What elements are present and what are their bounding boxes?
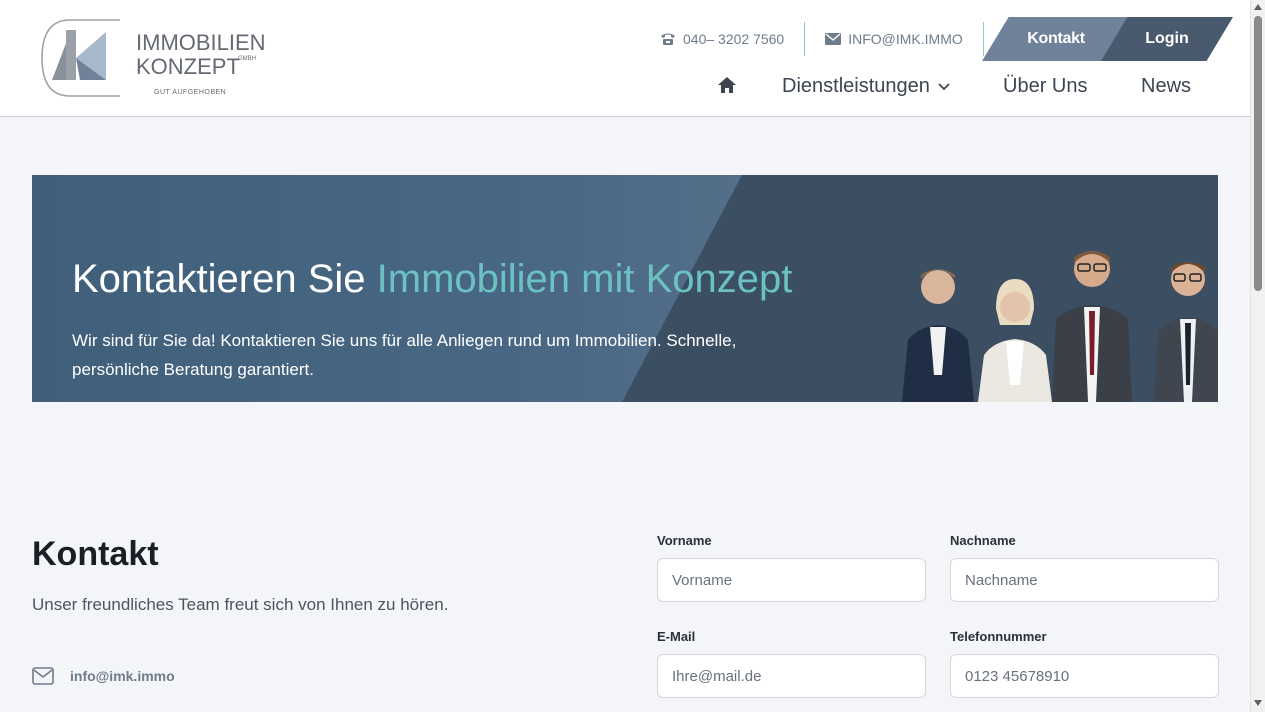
page-scrollbar[interactable] — [1250, 0, 1265, 712]
nav-item-news[interactable]: News — [1141, 75, 1191, 98]
logo-line-2: KONZEPT — [136, 54, 240, 79]
logo-mark-icon — [41, 19, 120, 97]
nav-item-ueber-uns[interactable]: Über Uns — [1003, 75, 1087, 98]
email-label: E-Mail — [657, 629, 696, 644]
hero-title: Kontaktieren Sie Immobilien mit Konzept — [72, 257, 792, 302]
nachname-label: Nachname — [950, 533, 1016, 548]
nav-item-label: Dienstleistungen — [782, 75, 930, 97]
contact-heading: Kontakt — [32, 535, 159, 573]
nav-item-label: Über Uns — [1003, 75, 1088, 97]
phone-label: Telefonnummer — [950, 629, 1047, 644]
envelope-icon — [825, 33, 842, 45]
vorname-input[interactable] — [657, 558, 926, 602]
logo-gmbh: GMBH — [238, 56, 256, 62]
hero-title-accent: Immobilien mit Konzept — [376, 257, 793, 301]
nav-item-label: News — [1141, 75, 1192, 97]
logo-line-1: IMMOBILIEN — [136, 30, 266, 55]
hero-banner: Kontaktieren Sie Immobilien mit Konzept … — [32, 175, 1218, 402]
nav-item-dienstleistungen[interactable]: Dienstleistungen — [782, 75, 950, 98]
company-logo[interactable]: IMMOBILIEN KONZEPT GMBH GUT AUFGEHOBEN — [40, 18, 270, 100]
hero-description: Wir sind für Sie da! Kontaktieren Sie un… — [72, 331, 737, 379]
email-input[interactable] — [657, 654, 926, 698]
email-link[interactable]: INFO@IMK.IMMO — [805, 22, 983, 56]
scroll-thumb[interactable] — [1254, 16, 1262, 291]
contact-email-link[interactable]: info@imk.immo — [32, 667, 175, 685]
envelope-icon — [32, 667, 54, 685]
phone-number: 040– 3202 7560 — [683, 31, 785, 47]
contact-email: info@imk.immo — [70, 668, 175, 684]
team-photo — [902, 251, 1218, 402]
top-divider — [982, 22, 984, 56]
scroll-down-icon[interactable] — [1254, 700, 1262, 706]
phone-input[interactable] — [950, 654, 1219, 698]
logo-tagline: GUT AUFGEHOBEN — [154, 89, 227, 96]
scroll-up-icon[interactable] — [1254, 4, 1262, 10]
chevron-down-icon — [938, 82, 950, 90]
contact-subtitle: Unser freundliches Team freut sich von I… — [32, 595, 449, 614]
home-icon[interactable] — [716, 74, 738, 96]
phone-link[interactable]: 040– 3202 7560 — [640, 22, 804, 56]
top-contact-bar: 040– 3202 7560 INFO@IMK.IMMO — [640, 22, 984, 56]
nachname-input[interactable] — [950, 558, 1219, 602]
site-header: IMMOBILIEN KONZEPT GMBH GUT AUFGEHOBEN 0… — [0, 0, 1250, 117]
hero-title-plain: Kontaktieren Sie — [72, 257, 377, 301]
phone-icon — [661, 33, 675, 45]
email-address: INFO@IMK.IMMO — [848, 31, 963, 47]
vorname-label: Vorname — [657, 533, 712, 548]
